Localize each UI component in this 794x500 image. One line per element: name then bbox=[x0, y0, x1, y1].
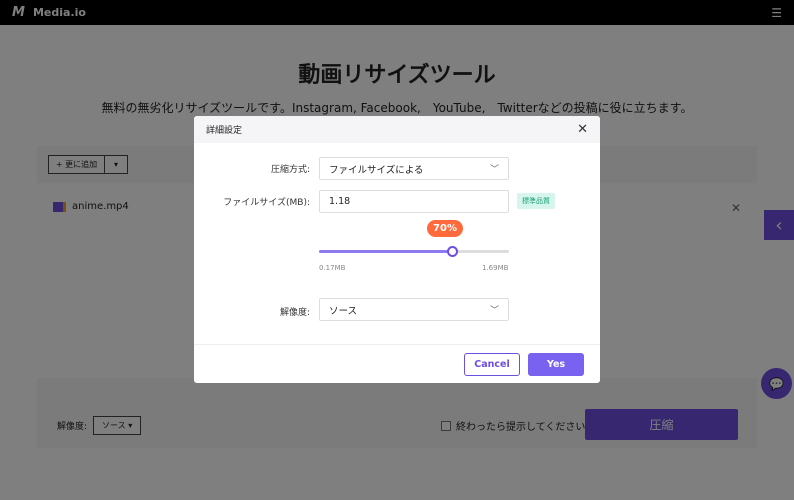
resolution-label: 解像度: bbox=[279, 308, 310, 318]
advanced-settings-dialog: 詳細設定 ✕ 圧縮方式: ファイルサイズによる ﹀ ファイルサイズ(MB): 1.1… bbox=[194, 116, 600, 383]
slider-min: 0.17MB bbox=[319, 264, 346, 272]
slider-max: 1.69MB bbox=[482, 264, 509, 272]
dialog-title: 詳細設定 bbox=[206, 126, 243, 136]
close-icon[interactable]: ✕ bbox=[577, 122, 588, 137]
dialog-header: 詳細設定 ✕ bbox=[194, 116, 600, 143]
size-input[interactable]: 1.18 bbox=[319, 190, 509, 213]
method-label: 圧縮方式: bbox=[270, 165, 310, 175]
size-label: ファイルサイズ(MB): bbox=[223, 198, 310, 208]
cancel-button[interactable]: Cancel bbox=[464, 353, 520, 376]
chevron-down-icon: ﹀ bbox=[489, 165, 499, 175]
slider-fill bbox=[319, 250, 452, 253]
resolution-value: ソース bbox=[329, 305, 358, 317]
resolution-select[interactable]: ソース ﹀ bbox=[319, 298, 509, 321]
method-value: ファイルサイズによる bbox=[329, 164, 424, 176]
percent-badge: 70% bbox=[427, 220, 463, 237]
size-value: 1.18 bbox=[329, 196, 351, 207]
yes-button[interactable]: Yes bbox=[528, 353, 584, 376]
method-select[interactable]: ファイルサイズによる ﹀ bbox=[319, 157, 509, 180]
quality-tag: 標準品質 bbox=[517, 193, 555, 209]
size-slider[interactable] bbox=[319, 246, 509, 257]
chevron-down-icon: ﹀ bbox=[489, 306, 499, 316]
slider-handle[interactable] bbox=[447, 246, 458, 257]
divider bbox=[194, 344, 600, 345]
